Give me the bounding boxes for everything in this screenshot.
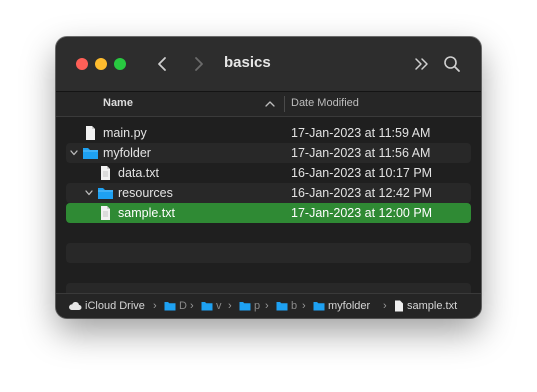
path-separator: ›: [228, 300, 232, 312]
path-item-label: myfolder: [328, 300, 371, 312]
path-item-label: v: [216, 300, 222, 312]
file-date: 17-Jan-2023 at 11:59 AM: [291, 126, 431, 140]
sort-ascending-icon[interactable]: [264, 98, 276, 110]
list-item[interactable]: data.txt 16-Jan-2023 at 10:17 PM: [66, 163, 471, 183]
path-item-label: iCloud Drive: [85, 300, 145, 312]
path-separator: ›: [190, 300, 194, 312]
path-item-icloud-drive[interactable]: iCloud Drive: [68, 300, 145, 312]
column-divider[interactable]: [284, 96, 285, 112]
folder-icon: [83, 148, 98, 159]
cloud-icon: [69, 301, 82, 310]
path-item-truncated[interactable]: b: [276, 300, 297, 312]
name-column-header[interactable]: Name: [103, 97, 133, 109]
disclosure-chevron-down-icon[interactable]: [69, 148, 79, 158]
list-item[interactable]: resources 16-Jan-2023 at 12:42 PM: [66, 183, 471, 203]
list-item[interactable]: myfolder 17-Jan-2023 at 11:56 AM: [66, 143, 471, 163]
file-name: data.txt: [118, 166, 159, 180]
path-item-label: p: [254, 300, 261, 312]
date-modified-column-header[interactable]: Date Modified: [291, 97, 359, 109]
folder-icon: [201, 302, 213, 311]
path-item-myfolder[interactable]: myfolder: [313, 300, 370, 312]
folder-name: resources: [118, 186, 173, 200]
title-bar: basics: [56, 37, 481, 92]
empty-row: [66, 263, 471, 283]
empty-row: [66, 223, 471, 243]
path-item-truncated[interactable]: v: [201, 300, 222, 312]
document-icon: [101, 166, 110, 180]
document-icon: [101, 206, 110, 220]
path-separator: ›: [383, 300, 387, 312]
forward-button[interactable]: [189, 54, 209, 74]
close-window-button[interactable]: [76, 58, 88, 70]
chevron-left-icon: [158, 57, 166, 71]
column-header: Name Date Modified: [56, 92, 481, 117]
path-item-label: b: [291, 300, 298, 312]
path-item-label: D: [179, 300, 187, 312]
finder-window: basics Name Date Modified main.py 17-Jan…: [56, 37, 481, 318]
path-separator: ›: [302, 300, 306, 312]
document-icon: [86, 126, 95, 140]
search-button[interactable]: [442, 54, 462, 74]
document-icon: [395, 300, 403, 312]
folder-icon: [276, 302, 288, 311]
file-date: 17-Jan-2023 at 11:56 AM: [291, 146, 431, 160]
window-title: basics: [224, 54, 271, 71]
path-item-label: sample.txt: [407, 300, 458, 312]
file-name: main.py: [103, 126, 147, 140]
file-date: 16-Jan-2023 at 12:42 PM: [291, 186, 433, 200]
file-name: sample.txt: [118, 206, 175, 220]
path-separator: ›: [153, 300, 157, 312]
minimize-window-button[interactable]: [95, 58, 107, 70]
zoom-window-button[interactable]: [114, 58, 126, 70]
toolbar-overflow-button[interactable]: [412, 54, 432, 74]
path-item-truncated[interactable]: D: [164, 300, 187, 312]
back-button[interactable]: [152, 54, 172, 74]
path-item-truncated[interactable]: p: [239, 300, 260, 312]
path-bar: iCloud Drive › D › v › p › b › myfolder …: [56, 293, 481, 318]
list-item[interactable]: main.py 17-Jan-2023 at 11:59 AM: [66, 123, 471, 143]
search-icon: [444, 56, 460, 72]
folder-icon: [239, 302, 251, 311]
double-chevron-right-icon: [415, 58, 428, 70]
folder-icon: [313, 302, 325, 311]
folder-icon: [164, 302, 176, 311]
folder-name: myfolder: [103, 146, 151, 160]
empty-row: [66, 243, 471, 263]
file-date: 17-Jan-2023 at 12:00 PM: [291, 206, 433, 220]
chevron-right-icon: [195, 57, 203, 71]
file-date: 16-Jan-2023 at 10:17 PM: [291, 166, 433, 180]
path-item-sample-txt[interactable]: sample.txt: [394, 300, 457, 312]
list-item-selected[interactable]: sample.txt 17-Jan-2023 at 12:00 PM: [66, 203, 471, 223]
path-separator: ›: [265, 300, 269, 312]
disclosure-chevron-down-icon[interactable]: [84, 188, 94, 198]
folder-icon: [98, 188, 113, 199]
file-list: main.py 17-Jan-2023 at 11:59 AM myfolder…: [56, 123, 481, 303]
